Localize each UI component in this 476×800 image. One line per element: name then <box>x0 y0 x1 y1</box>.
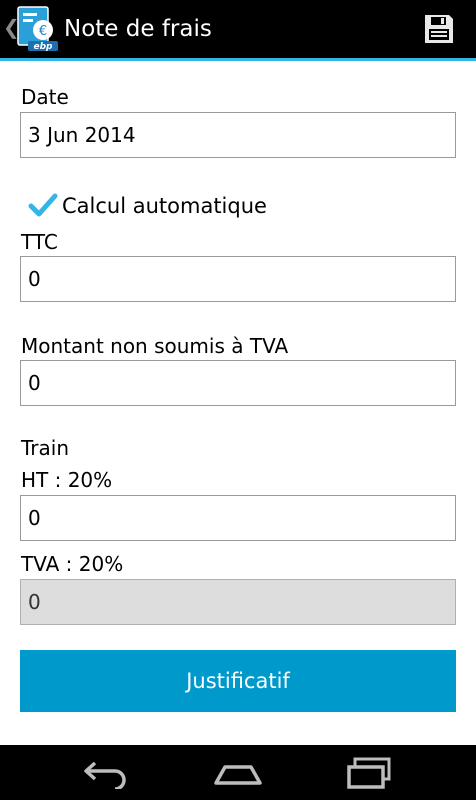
tva-label: TVA : 20% <box>21 552 124 576</box>
svg-text:ebp: ebp <box>34 42 54 52</box>
justificatif-button[interactable]: Justificatif <box>20 650 456 712</box>
svg-text:€: € <box>39 24 47 39</box>
ht-field[interactable]: 0 <box>20 495 456 541</box>
ht-label: HT : 20% <box>21 468 113 492</box>
checkbox-checked-icon[interactable] <box>28 191 58 221</box>
save-floppy-icon[interactable] <box>422 12 456 46</box>
expense-app-icon[interactable]: € ebp <box>15 6 59 52</box>
tva-field: 0 <box>20 579 456 625</box>
ttc-field[interactable]: 0 <box>20 256 456 302</box>
app-title: Note de frais <box>64 16 212 42</box>
non-vat-label: Montant non soumis à TVA <box>21 334 289 358</box>
nav-home-icon[interactable] <box>213 755 263 789</box>
category-label: Train <box>21 436 69 460</box>
nav-bar <box>0 745 476 800</box>
non-vat-field[interactable]: 0 <box>20 360 456 406</box>
ttc-label: TTC <box>21 230 58 254</box>
date-label: Date <box>21 85 69 109</box>
auto-calc-label: Calcul automatique <box>62 194 267 218</box>
nav-back-icon[interactable] <box>81 755 131 789</box>
form-content: Date 3 Jun 2014 Calcul automatique TTC 0… <box>0 61 476 745</box>
date-field[interactable]: 3 Jun 2014 <box>20 112 456 158</box>
action-bar: ❮ € ebp Note de frais <box>0 0 476 61</box>
nav-recents-icon[interactable] <box>345 755 395 789</box>
